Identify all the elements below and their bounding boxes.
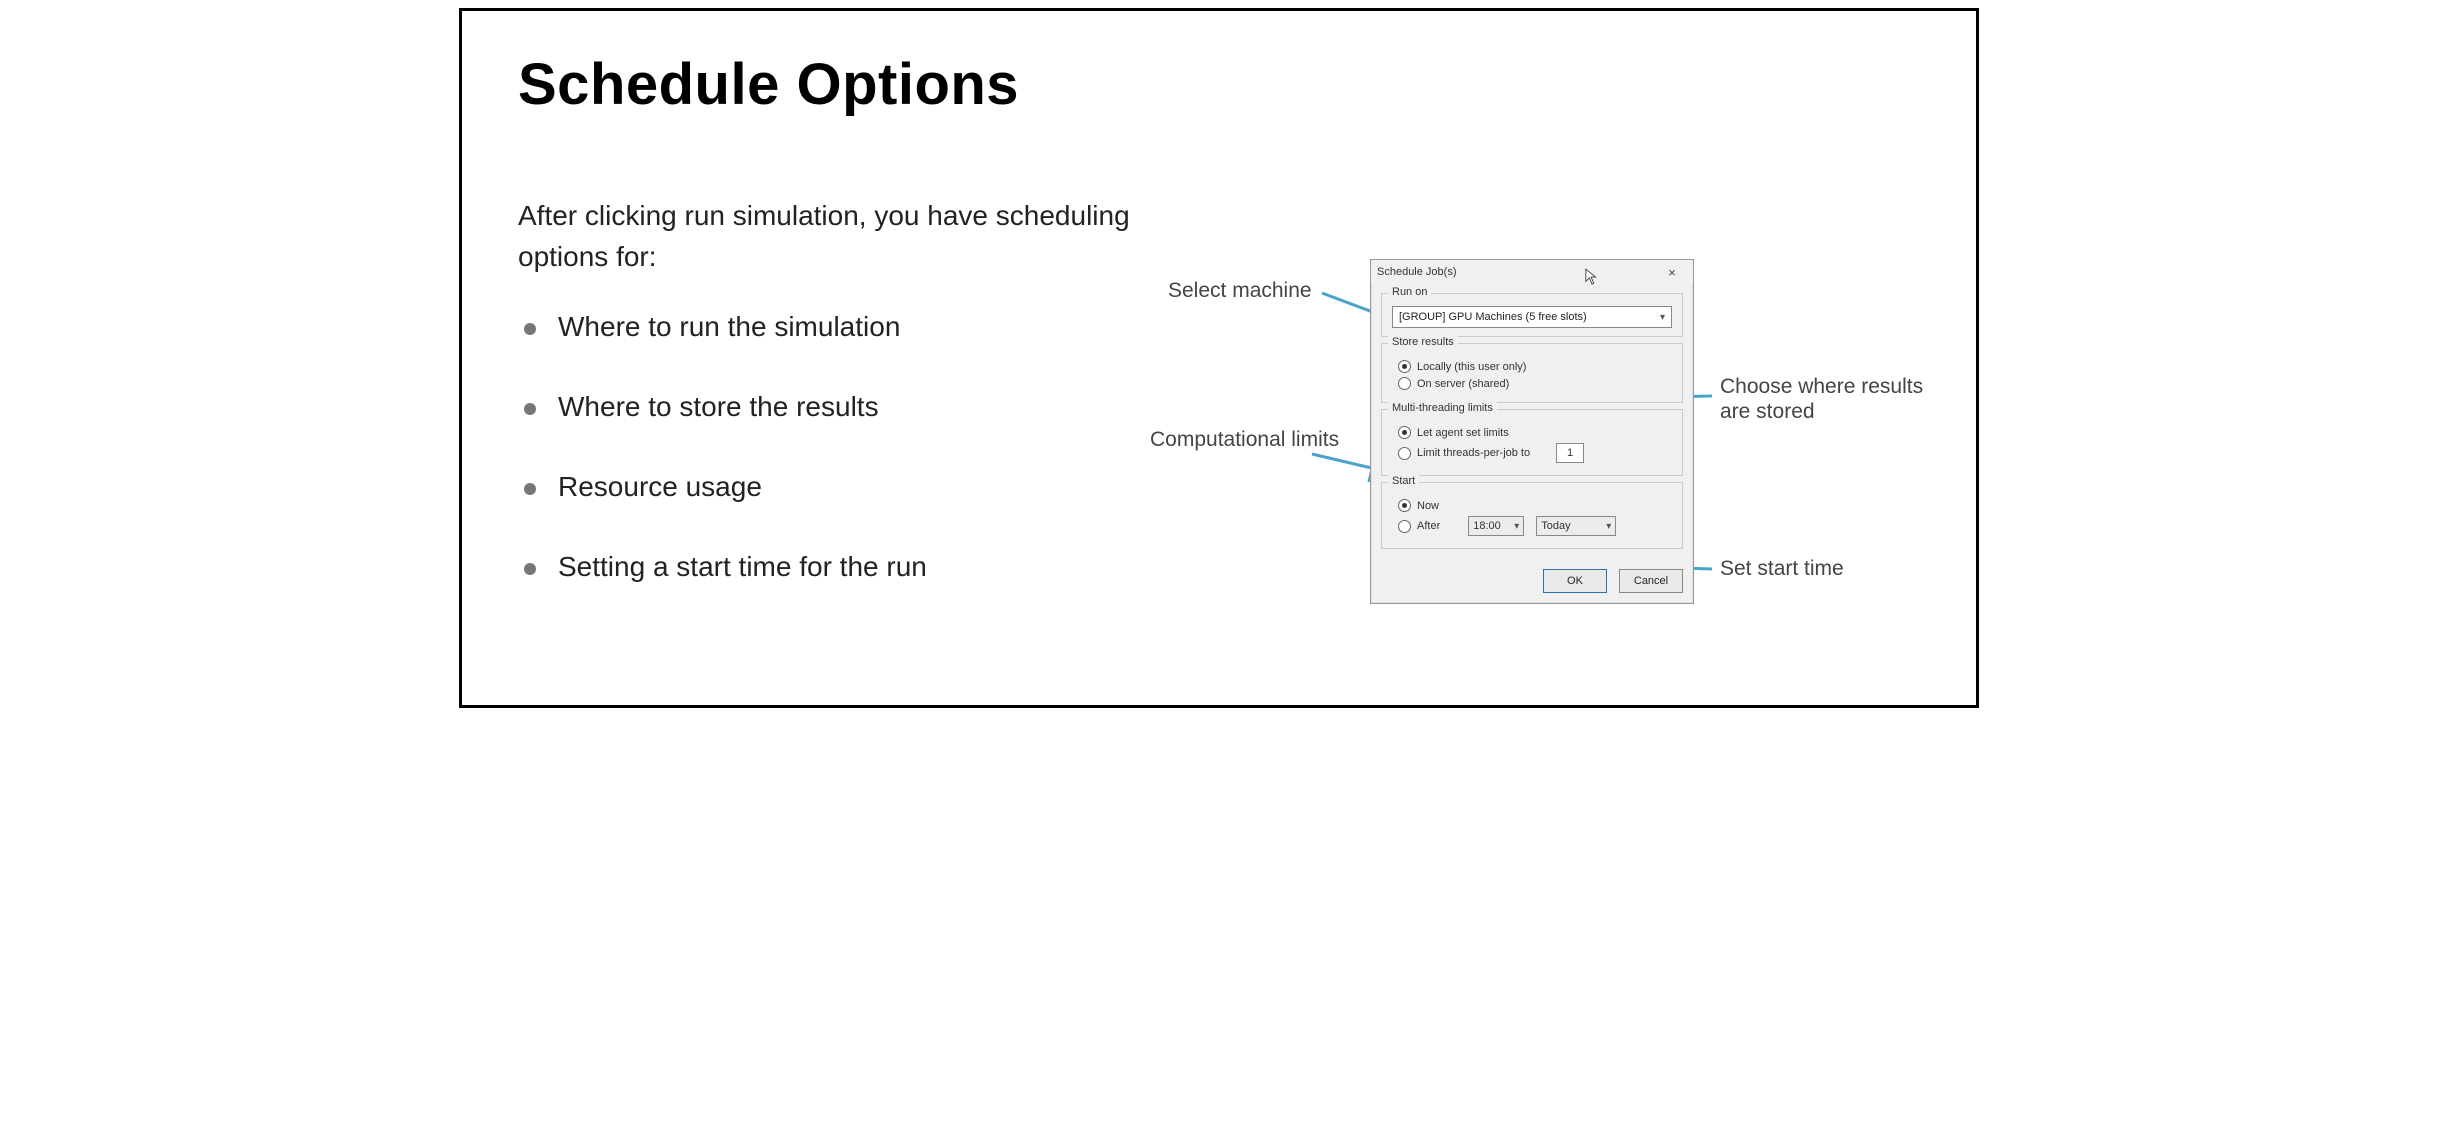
group-legend: Start <box>1388 475 1419 487</box>
callout-select-machine: Select machine <box>1168 279 1312 303</box>
group-multithread: Multi-threading limits Let agent set lim… <box>1381 409 1683 476</box>
radio-label: Locally (this user only) <box>1417 361 1526 373</box>
callout-comp-limits: Computational limits <box>1150 428 1339 452</box>
dialog-title: Schedule Job(s) <box>1377 266 1457 278</box>
radio-label: Let agent set limits <box>1417 427 1509 439</box>
start-time-select[interactable]: 18:00 ▾ <box>1468 516 1524 536</box>
cursor-icon <box>1585 268 1599 286</box>
group-legend: Store results <box>1388 336 1458 348</box>
start-day-select[interactable]: Today ▾ <box>1536 516 1616 536</box>
group-legend: Run on <box>1388 286 1431 298</box>
bullet-item: Setting a start time for the run <box>518 551 1158 583</box>
radio-after[interactable]: After 18:00 ▾ Today ▾ <box>1398 516 1672 536</box>
chevron-down-icon: ▾ <box>1606 521 1611 532</box>
close-button[interactable]: × <box>1657 265 1687 280</box>
bullet-item: Where to run the simulation <box>518 311 1158 343</box>
schedule-jobs-dialog: Schedule Job(s) × Run on [GROUP] GPU Mac… <box>1370 259 1694 604</box>
group-legend: Multi-threading limits <box>1388 402 1497 414</box>
radio-icon <box>1398 520 1411 533</box>
chevron-down-icon: ▾ <box>1660 312 1665 323</box>
radio-icon <box>1398 377 1411 390</box>
slide-title: Schedule Options <box>518 51 1019 118</box>
chevron-down-icon: ▾ <box>1514 521 1519 532</box>
group-start: Start Now After 18:00 ▾ Today <box>1381 482 1683 549</box>
bullet-item: Resource usage <box>518 471 1158 503</box>
radio-limit-threads[interactable]: Limit threads-per-job to 1 <box>1398 443 1672 463</box>
radio-now[interactable]: Now <box>1398 499 1672 512</box>
bullet-list: Where to run the simulation Where to sto… <box>518 311 1158 631</box>
callout-start-time: Set start time <box>1720 557 1844 581</box>
start-time-value: 18:00 <box>1473 520 1501 532</box>
group-run-on: Run on [GROUP] GPU Machines (5 free slot… <box>1381 293 1683 337</box>
cancel-button[interactable]: Cancel <box>1619 569 1683 593</box>
group-store-results: Store results Locally (this user only) O… <box>1381 343 1683 403</box>
bullet-item: Where to store the results <box>518 391 1158 423</box>
intro-text: After clicking run simulation, you have … <box>518 196 1178 277</box>
radio-locally[interactable]: Locally (this user only) <box>1398 360 1672 373</box>
radio-icon <box>1398 360 1411 373</box>
radio-label: Limit threads-per-job to <box>1417 447 1530 459</box>
dialog-titlebar[interactable]: Schedule Job(s) × <box>1371 260 1693 284</box>
radio-on-server[interactable]: On server (shared) <box>1398 377 1672 390</box>
run-on-value: [GROUP] GPU Machines (5 free slots) <box>1399 311 1587 323</box>
radio-label: Now <box>1417 500 1439 512</box>
radio-icon <box>1398 499 1411 512</box>
slide-frame: Schedule Options After clicking run simu… <box>459 8 1979 708</box>
threads-input[interactable]: 1 <box>1556 443 1584 463</box>
ok-button[interactable]: OK <box>1543 569 1607 593</box>
run-on-select[interactable]: [GROUP] GPU Machines (5 free slots) ▾ <box>1392 306 1672 328</box>
callout-results-stored: Choose where results are stored <box>1720 374 1930 424</box>
radio-icon <box>1398 447 1411 460</box>
radio-label: On server (shared) <box>1417 378 1509 390</box>
radio-agent-limits[interactable]: Let agent set limits <box>1398 426 1672 439</box>
radio-icon <box>1398 426 1411 439</box>
start-day-value: Today <box>1541 520 1570 532</box>
radio-label: After <box>1417 520 1440 532</box>
